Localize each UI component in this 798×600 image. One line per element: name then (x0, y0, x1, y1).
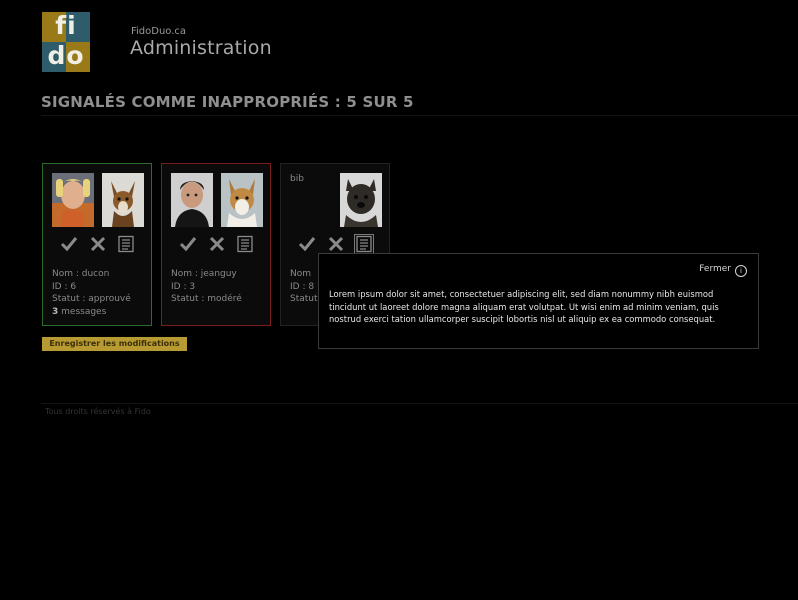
card-info: Nom ID : 8 Statut (290, 268, 318, 306)
user-card: Nom : jeanguy ID : 3 Statut : modéré (161, 163, 271, 326)
user-id: ID : 3 (171, 281, 196, 292)
fido-logo[interactable]: fi do (42, 12, 90, 72)
site-title: Administration (130, 37, 272, 59)
user-name: Nom : jeanguy (171, 269, 237, 279)
divider (41, 115, 798, 116)
user-photo[interactable] (52, 173, 94, 227)
user-name: Nom (290, 269, 312, 279)
user-id: ID : 8 (290, 281, 315, 292)
user-status: Statut : approuvé (52, 294, 131, 304)
details-popup: Fermer i Lorem ipsum dolor sit amet, cons… (318, 253, 759, 349)
dog-photo[interactable] (102, 173, 144, 227)
checkmark-icon (179, 237, 197, 252)
approve-button[interactable] (60, 235, 78, 253)
popup-message: Lorem ipsum dolor sit amet, consectetuer… (329, 289, 719, 324)
reject-button[interactable] (327, 235, 345, 253)
logo-text-top: fi (55, 11, 77, 40)
card-info: Nom : jeanguy ID : 3 Statut : modéré (171, 268, 242, 306)
x-icon (90, 236, 106, 252)
approve-button[interactable] (179, 235, 197, 253)
user-name: Nom : ducon (52, 269, 110, 279)
logo-text-bottom: do (47, 41, 85, 70)
popup-close-button[interactable]: Fermer i (699, 264, 747, 277)
message-count-label: messages (61, 306, 107, 317)
logo-text: fi do (42, 12, 90, 72)
site-name: FidoDuo.ca (131, 26, 187, 37)
message-count-number: 3 (52, 306, 59, 317)
card-info: Nom : ducon ID : 6 Statut : approuvé 3 m… (52, 268, 131, 318)
user-photo[interactable] (171, 173, 213, 227)
page-title: SIGNALÉS COMME INAPPROPRIÉS : 5 SUR 5 (41, 93, 414, 111)
user-status: Statut (290, 294, 318, 304)
divider (41, 403, 798, 404)
dog-photo[interactable] (340, 173, 382, 227)
details-button[interactable] (117, 235, 135, 253)
details-button[interactable] (354, 234, 374, 254)
reject-button[interactable] (208, 235, 226, 253)
approve-button[interactable] (298, 235, 316, 253)
card-username: bib (290, 174, 304, 184)
x-icon (328, 236, 344, 252)
user-card: Nom : ducon ID : 6 Statut : approuvé 3 m… (42, 163, 152, 326)
card-actions (162, 235, 270, 255)
x-icon (209, 236, 225, 252)
checkmark-icon (298, 237, 316, 252)
close-info-icon: i (735, 265, 747, 277)
user-status: Statut : modéré (171, 294, 242, 304)
message-count[interactable]: 3 messages (52, 306, 131, 319)
reject-button[interactable] (89, 235, 107, 253)
document-icon (237, 235, 253, 253)
document-icon (356, 235, 372, 253)
save-changes-button[interactable]: Enregistrer les modifications (42, 337, 187, 351)
user-id: ID : 6 (52, 281, 77, 292)
checkmark-icon (60, 237, 78, 252)
footer-text: Tous droits réservés à Fido (45, 407, 151, 416)
card-actions (43, 235, 151, 255)
details-button[interactable] (236, 235, 254, 253)
document-icon (118, 235, 134, 253)
popup-close-label: Fermer (699, 264, 731, 274)
dog-photo[interactable] (221, 173, 263, 227)
card-actions (281, 234, 389, 255)
